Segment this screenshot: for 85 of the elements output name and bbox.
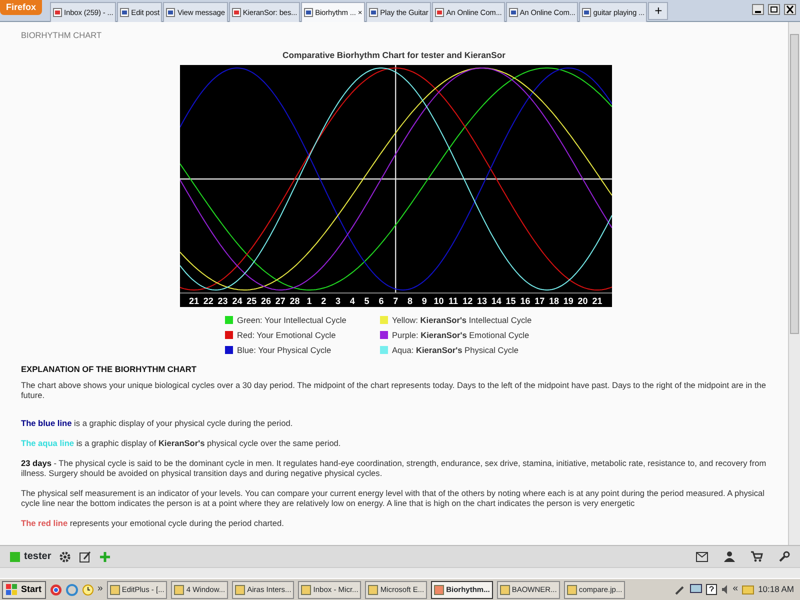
app-icon [368,584,378,594]
axis-label: 13 [477,296,487,306]
axis-label: 15 [506,296,516,306]
favicon-icon [120,8,130,17]
axis-label: 21 [592,296,602,306]
favicon-icon [435,8,444,17]
axis-label: 26 [261,296,271,306]
legend-label: Yellow: KieranSor's Intellectual Cycle [392,315,532,325]
close-icon[interactable] [784,4,796,15]
axis-label: 25 [246,296,257,306]
axis-label: 11 [448,296,458,306]
tray-overflow-chevron[interactable]: « [732,582,738,597]
mail-icon[interactable] [696,552,708,562]
clock-time: 10:18 AM [758,583,795,596]
axis-label: 2 [321,296,326,306]
vertical-scrollbar[interactable] [788,22,800,545]
paragraph: The physical self measurement is an indicator of your levels. You can compare your current energy level with that of the others by noting where each is at any point during the period measured. A physical cycle line near the bottom indicates the person is at a point where they are relatively low on energy. A line that is high on the chart indicates the person is very energetic [21,488,766,508]
axis-label: 5 [364,296,370,306]
browser-icon[interactable] [50,584,62,596]
app-icon [434,584,444,594]
cart-icon[interactable] [751,551,763,562]
windows-logo-icon [6,584,17,595]
axis-label: 17 [534,296,545,306]
axis-label: 21 [189,296,199,306]
horizontal-scrollbar[interactable] [0,567,800,578]
axis-label: 28 [290,296,300,306]
overflow-chevron[interactable]: » [98,582,103,597]
favicon-icon [232,8,241,17]
help-icon[interactable] [706,584,717,595]
axis-label: 14 [491,296,502,306]
paragraph: The chart above shows your unique biological cycles over a 30 day period. The midpoint of the chart represents today. Days to the left of the midpoint have past. Days to the right of the midpoint are in the future. [21,380,767,400]
section-heading: EXPLANATION OF THE BIORHYTHM CHART [21,364,198,374]
axis-label: 19 [563,296,574,306]
chart-title: Comparative Biorhythm Chart for tester and KieranSor [281,50,506,60]
axis-label: 24 [232,296,242,306]
restore-icon[interactable] [768,4,780,15]
minimize-icon[interactable] [752,4,764,15]
favicon-icon [369,8,378,17]
axis-label: 3 [336,296,340,306]
axis-label: 1 [306,296,312,306]
axis-label: 22 [203,296,214,306]
paragraph: The red line represents your emotional cycle during the period charted. [21,518,285,528]
axis-label: 23 [218,296,228,306]
axis-label: 27 [275,296,286,306]
paragraph: The aqua line is a graphic display of KieranSor's physical cycle over the same period. [21,438,342,448]
axis-label: 10 [434,296,444,306]
app-icon [235,584,246,594]
monitor-icon[interactable] [690,584,702,595]
axis-label: 6 [378,296,384,306]
axis-label: 4 [350,296,355,306]
legend-label: Red: Your Emotional Cycle [237,330,336,340]
app-icon [301,584,312,594]
axis-label: 16 [520,296,530,306]
person-icon[interactable] [724,551,735,562]
axis-label: 7 [393,296,398,306]
user-name[interactable]: tester [24,549,52,564]
clock-icon[interactable] [82,584,94,596]
favicon-icon [53,8,62,17]
legend-label: Green: Your Intellectual Cycle [237,315,346,325]
axis-label: 20 [578,296,588,306]
favicon-icon [582,8,592,17]
paragraph: The blue line is a graphic display of your physical cycle during the period. [21,418,294,428]
app-icon [566,584,577,594]
page-heading: BIORHYTHM CHART [21,30,103,40]
axis-label: 8 [408,296,412,306]
app-icon [174,584,184,594]
favicon-icon [166,8,176,17]
status-square-icon [10,552,20,562]
new-tab-button[interactable]: + [648,2,668,20]
app-icon [500,584,510,594]
legend-label: Purple: KieranSor's Emotional Cycle [392,330,530,340]
favicon-icon [304,8,314,17]
edit-icon[interactable] [79,550,92,562]
legend-label: Blue: Your Physical Cycle [237,345,332,355]
gear-icon[interactable] [59,550,72,562]
axis-label: 18 [549,296,559,306]
speaker-icon[interactable] [720,584,729,595]
axis-label: 9 [422,296,427,306]
favicon-icon [508,8,518,17]
axis-label: 12 [462,296,473,306]
wrench-icon[interactable] [779,551,790,562]
paragraph: 23 days - The physical cycle is said to be the dominant cycle in men. It regulates hand-eye coordination, strength, endurance, sex drive, stamina, initiative, metabolic rate, resistance to, and recovery from illness. Surgery should be avoided on physical transition days and during negative physical cycles. [21,458,767,478]
start-button[interactable]: Start [2,580,46,598]
legend-label: Aqua: KieranSor's Physical Cycle [392,345,519,355]
app-icon [110,584,120,594]
